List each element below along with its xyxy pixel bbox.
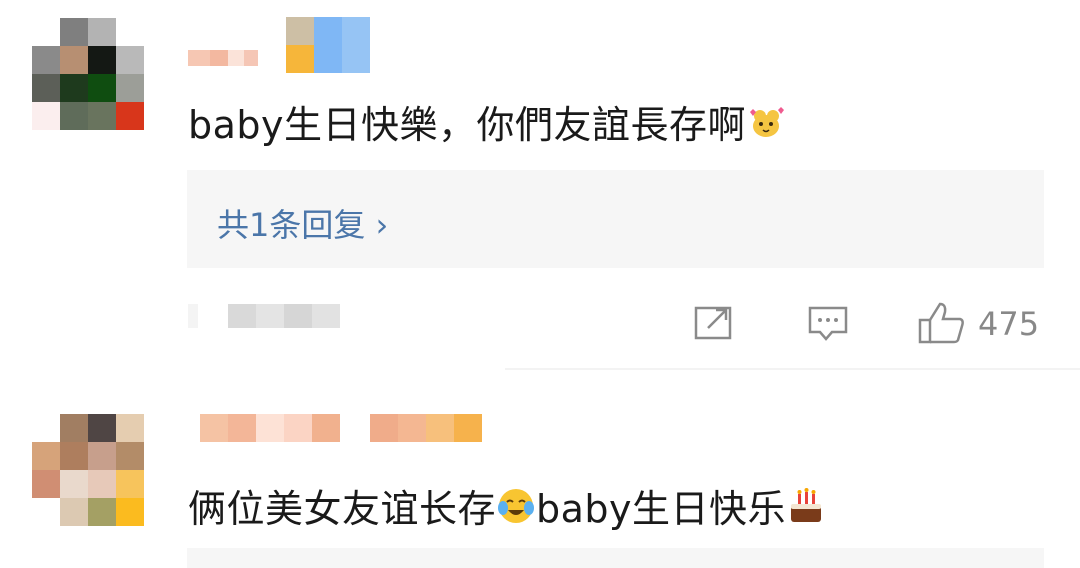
comment-body: 俩位美女友谊长存 [188, 487, 497, 531]
comment-body-tail: baby生日快乐 [536, 487, 787, 531]
comment-icon [806, 302, 850, 350]
comment-body: baby生日快樂，你們友誼長存啊 [188, 103, 747, 147]
crying-laughing-emoji [496, 486, 536, 526]
timestamp-blurred [188, 304, 340, 328]
like-icon [916, 300, 966, 348]
view-replies-link[interactable]: 共1条回复 › [217, 200, 388, 246]
comment-text: 俩位美女友谊长存 baby生日快乐 [188, 478, 826, 533]
birthday-cake-emoji [786, 486, 826, 526]
like-button[interactable]: 475 [916, 300, 1039, 348]
reply-box [187, 548, 1044, 568]
user-badge-blurred [286, 17, 370, 73]
comment-button[interactable] [806, 302, 850, 350]
like-count: 475 [978, 305, 1040, 343]
avatar[interactable] [32, 18, 144, 130]
reply-box: 共1条回复 › [187, 170, 1044, 268]
hamster-hearts-emoji [746, 102, 786, 142]
avatar[interactable] [32, 414, 144, 526]
comment-divider [505, 368, 1080, 370]
share-button[interactable] [692, 302, 736, 346]
share-icon [692, 302, 736, 346]
username-blurred[interactable] [188, 50, 258, 66]
username-blurred[interactable] [200, 414, 482, 442]
comment-text: baby生日快樂，你們友誼長存啊 [188, 94, 786, 149]
